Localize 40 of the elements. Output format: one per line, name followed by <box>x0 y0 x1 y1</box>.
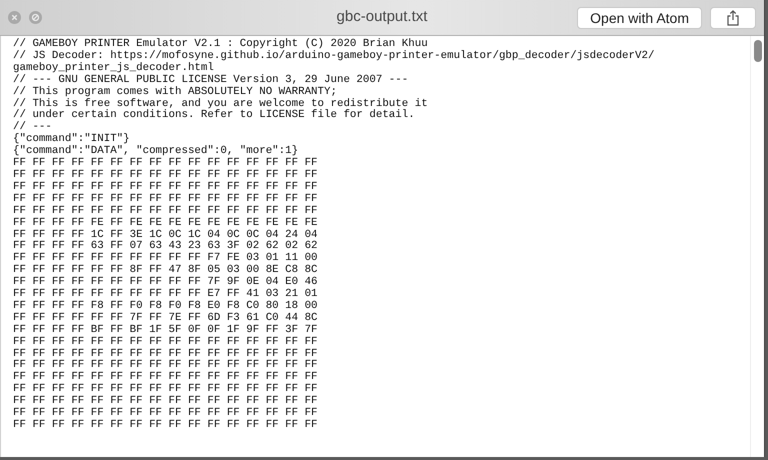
text-line: // GAMEBOY PRINTER Emulator V2.1 : Copyright (C) 2020 Brian Khuu <box>13 39 429 50</box>
scrollbar[interactable] <box>750 36 764 457</box>
text-line: {"command":"DATA", "compressed":0, "more":1} <box>13 146 300 158</box>
text-line: FF FF FF FF FF FF FF FF FF FF F7 FE 03 01 11 00 <box>13 253 319 264</box>
text-line: FF FF FF FF F8 FF F0 F8 F0 F8 E0 F8 C0 80 18 00 <box>13 300 319 312</box>
text-line: FF FF FF FF FF FF FF FF FF FF E7 FF 41 03 21 01 <box>13 289 319 300</box>
text-line: FF FF FF FF FF FF FF FF FF FF FF FF FF FF FF FF <box>13 206 319 218</box>
text-line: FF FF FF FF FF FF FF FF FF FF FF FF FF FF FF FF <box>13 408 319 420</box>
text-line: FF FF FF FF FF FF FF FF FF FF FF FF FF FF FF FF <box>13 420 319 432</box>
text-line: // under certain conditions. Refer to LICENSE file for detail. <box>13 110 416 122</box>
window-title: gbc-output.txt <box>336 8 428 26</box>
text-line: FF FF FF FF FF FF FF FF FF FF FF FF FF FF FF FF <box>13 396 319 408</box>
close-icon[interactable] <box>8 11 21 24</box>
text-line: // This is free software, and you are welcome to redistribute it <box>13 98 429 110</box>
open-with-button[interactable]: Open with Atom <box>577 6 702 28</box>
text-line: FF FF FF FF BF FF BF 1F 5F 0F 0F 1F 9F FF 3F 7F <box>13 324 319 336</box>
text-line: gameboy_printer_js_decoder.html <box>13 62 215 74</box>
share-button[interactable] <box>710 6 756 28</box>
text-line: FF FF FF FF FF FF FF FF FF FF FF FF FF FF FF FF <box>13 182 319 194</box>
text-line: {"command":"INIT"} <box>13 134 131 146</box>
text-line: // This program comes with ABSOLUTELY NO WARRANTY; <box>13 86 338 98</box>
share-icon <box>726 10 740 26</box>
text-line: FF FF FF FF 63 FF 07 63 43 23 63 3F 02 62 02 62 <box>13 241 319 252</box>
text-line: FF FF FF FF FF FF FF FF FF FF FF FF FF FF FF FF <box>13 348 319 360</box>
text-line: // JS Decoder: https://mofosyne.github.io/arduino-gameboy-printer-emulator/gbp_decoder/jsdecoderV2/ <box>13 50 656 62</box>
text-line: FF FF FF FF FF FF FF FF FF FF 7F 9F 0E 04 E0 46 <box>13 277 319 288</box>
text-line: FF FF FF FF FF FF FF FF FF FF FF FF FF FF FF FF <box>13 194 319 206</box>
text-line: FF FF FF FF FF FF FF FF FF FF FF FF FF FF FF FF <box>13 384 319 396</box>
text-line: // --- <box>13 122 52 134</box>
text-line: FF FF FF FF FF FF FF FF FF FF FF FF FF FF FF FF <box>13 372 319 384</box>
text-line: FF FF FF FF 1C FF 3E 1C 0C 1C 04 0C 0C 04 24 04 <box>13 230 319 240</box>
text-line: FF FF FF FF FF FF FF FF FF FF FF FF FF FF FF FF <box>13 170 319 182</box>
text-line: FF FF FF FF FF FF FF FF FF FF FF FF FF FF FF FF <box>13 360 319 372</box>
text-line: // --- GNU GENERAL PUBLIC LICENSE Version 3, 29 June 2007 --- <box>13 74 410 86</box>
text-line: FF FF FF FF FF FF FF FF FF FF FF FF FF FF FF FF <box>13 336 319 348</box>
scroll-thumb[interactable] <box>754 40 762 62</box>
text-line: FF FF FF FF FF FF 7F FF 7E FF 6D F3 61 C0 44 8C <box>13 312 319 324</box>
text-line: FF FF FF FF FF FF FF FF FF FF FF FF FF FF FF FF <box>13 158 319 170</box>
text-line: FF FF FF FF FF FF 8F FF 47 8F 05 03 00 8E C8 8C <box>13 265 319 276</box>
text-line: FF FF FF FF FE FF FE FE FE FE FE FE FE FE FE FE <box>13 218 319 230</box>
